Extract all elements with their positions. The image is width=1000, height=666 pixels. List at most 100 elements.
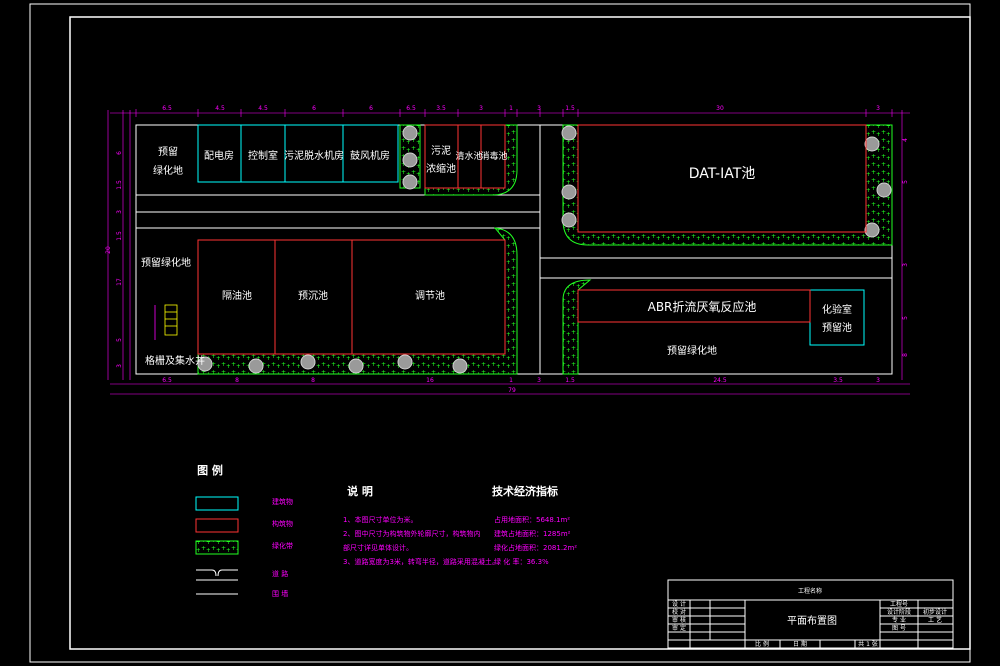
tree-symbol (561, 125, 577, 141)
tb-bottom-label: 比 例 (755, 640, 769, 648)
label-sludge-thickener-a: 污泥 (431, 144, 451, 157)
dim-top-label: 3 (876, 105, 880, 112)
dim-bottom-label: 16 (426, 377, 434, 384)
dim-top-label: 6.5 (406, 105, 416, 112)
dim-right-label: 8 (902, 353, 909, 357)
label-abr: ABR折流厌氧反应池 (648, 299, 757, 314)
tb-left-label: 设 计 (672, 600, 686, 608)
screen-pump-icon (154, 304, 178, 340)
dim-right-label: 4 (902, 138, 909, 142)
dim-left-label: 3 (116, 364, 123, 368)
dim-top-label: 6 (312, 105, 316, 112)
legend-swatch-building (195, 496, 239, 511)
dim-bottom-label: 3 (537, 377, 541, 384)
tech-line: 占用地面积：5648.1m² (494, 515, 570, 524)
dim-top-label: 6 (369, 105, 373, 112)
legend: 图 例 建筑物构筑物绿化带道 路围 墙 (195, 463, 293, 598)
tb-project: 工程名称 (798, 587, 822, 595)
tb-right-label: 图 号 (892, 625, 906, 632)
label-grease-tank: 隔油池 (222, 289, 252, 302)
dim-bottom-labels: 6.5 8 8 16 1 3 1.5 24.5 3.5 3 (162, 377, 880, 384)
dim-bottom-label: 1.5 (565, 377, 575, 384)
drawing-canvas: + + 6.54.54.5666.53.53131.5303 6.5881613… (29, 3, 971, 663)
dim-top-label: 3 (479, 105, 483, 112)
label-lab: 化验室 (822, 303, 852, 316)
label-reserve-green-west: 预留绿化地 (141, 256, 191, 269)
label-blower-room: 鼓风机房 (350, 149, 390, 162)
label-zone-green-1a: 预留 (158, 145, 178, 158)
tree-symbol (876, 182, 892, 198)
tree-symbol (864, 222, 880, 238)
legend-title: 图 例 (197, 463, 223, 477)
dim-bottom-label: 8 (311, 377, 315, 384)
dim-right-label: 5 (902, 316, 909, 320)
legend-label: 绿化带 (272, 541, 293, 550)
dim-bottom-label: 3 (876, 377, 880, 384)
tree-symbol (402, 152, 418, 168)
legend-swatch-green (195, 540, 239, 555)
note-line: 部尺寸详见单体设计。 (343, 543, 413, 552)
tb-right-value: 工 艺 (928, 616, 942, 624)
tb-right-label: 工程号 (890, 600, 908, 608)
dim-right-label: 5 (902, 180, 909, 184)
tb-left-label: 审 核 (672, 616, 686, 624)
tree-symbol (397, 354, 413, 370)
tech-title: 技术经济指标 (492, 484, 558, 498)
dim-bottom-label: 3.5 (833, 377, 843, 384)
dim-top-label: 1.5 (565, 105, 575, 112)
dim-total-width: 79 (508, 387, 516, 394)
tb-right-value: 初步设计 (923, 608, 947, 616)
note-line: 3、道路宽度为3米，转弯半径，道路采用混凝土。 (343, 557, 499, 566)
green-belts (197, 124, 893, 375)
tree-symbol (348, 358, 364, 374)
dim-top-label: 3.5 (436, 105, 446, 112)
dim-bottom-label: 24.5 (713, 377, 727, 384)
dim-top-label: 6.5 (162, 105, 172, 112)
label-clear-water: 清水池 (455, 150, 482, 162)
label-sludge-dewater: 污泥脱水机房 (284, 149, 344, 162)
tree-symbol (402, 174, 418, 190)
legend-label: 建筑物 (272, 497, 293, 506)
legend-swatch-structure (195, 518, 239, 533)
label-control-room: 控制室 (248, 149, 278, 162)
note-line: 2、图中尺寸为构筑物外轮廓尺寸，构筑物内 (343, 529, 480, 538)
label-sludge-thickener-b: 浓缩池 (426, 162, 456, 175)
label-reserve-tank: 预留池 (822, 321, 852, 334)
trees (197, 125, 892, 374)
notes-title: 说 明 (347, 484, 373, 498)
title-block-text: 工程名称 平面布置图 设 计校 对审 核审 定 工程号设计阶段 初步设计专 业 工 … (672, 587, 947, 648)
note-line: 1、本图尺寸单位为米。 (343, 515, 417, 524)
tech-line: 绿 化 率：36.3% (494, 557, 549, 566)
label-equalization: 调节池 (415, 289, 445, 302)
dim-left-label: 17 (116, 278, 123, 286)
dim-bottom-label: 6.5 (162, 377, 172, 384)
dim-left-label: 20 (105, 246, 112, 254)
tree-symbol (248, 358, 264, 374)
label-disinfection: 消毒池 (480, 150, 507, 162)
dim-bottom-label: 8 (235, 377, 239, 384)
legend-swatch-road (196, 569, 238, 581)
tb-bottom-label: 共 1 张 (858, 640, 878, 648)
legend-label: 道 路 (272, 569, 288, 578)
tree-symbol (402, 125, 418, 141)
label-reserve-green-south: 预留绿化地 (667, 344, 717, 357)
label-dat-iat: DAT-IAT池 (689, 166, 756, 182)
tech-indicators: 技术经济指标 占用地面积：5648.1m² 建筑占地面积：1285m² 绿化占地面积… (492, 484, 577, 566)
tb-right-label: 专 业 (892, 616, 906, 624)
legend-label: 构筑物 (272, 519, 293, 528)
tb-drawing-name: 平面布置图 (787, 615, 837, 627)
dim-top-label: 4.5 (215, 105, 225, 112)
dim-top-labels: 6.5 4.5 4.5 6 6 6.5 3.5 3 1 3 1.5 30 3 (162, 105, 880, 112)
tech-line: 建筑占地面积：1285m² (494, 529, 571, 538)
dim-top-label: 30 (716, 105, 724, 112)
tree-symbol (561, 184, 577, 200)
tree-symbol (561, 212, 577, 228)
tb-bottom-label: 日 期 (793, 640, 807, 648)
dim-left-label: 5 (116, 338, 123, 342)
dim-top-label: 4.5 (258, 105, 268, 112)
building-labels: 预留 绿化地 配电房 控制室 污泥脱水机房 鼓风机房 污泥 浓缩池 清水池 消毒… (141, 144, 852, 367)
dim-top-label: 3 (537, 105, 541, 112)
tree-symbol (864, 136, 880, 152)
label-pre-settle: 预沉池 (298, 289, 328, 302)
dim-left-label: 1.5 (116, 180, 123, 190)
